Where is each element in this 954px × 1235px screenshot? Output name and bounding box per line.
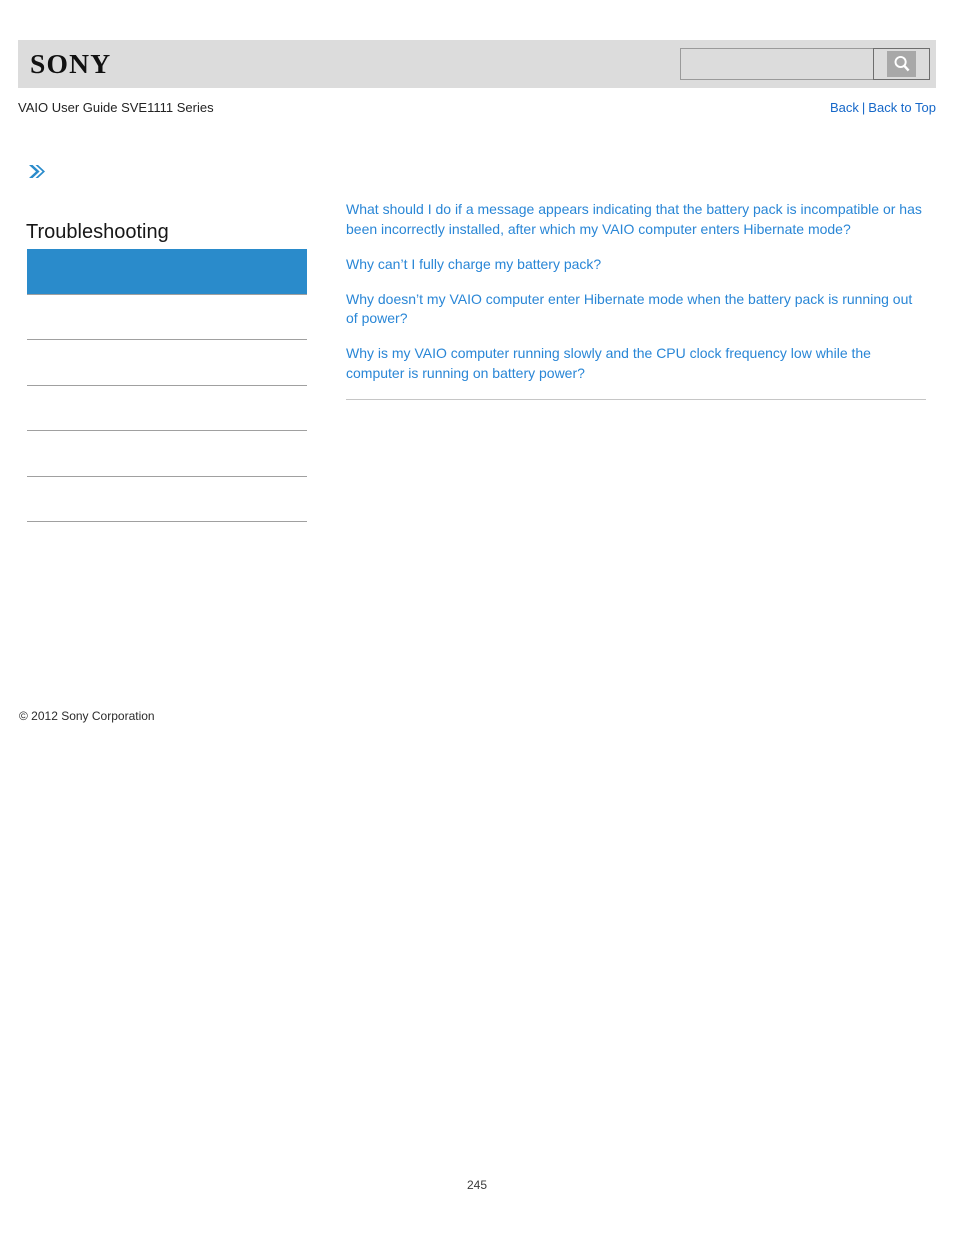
content-divider xyxy=(346,398,926,400)
sidebar-item-selected[interactable] xyxy=(27,249,307,295)
sidebar-item-3[interactable] xyxy=(27,386,307,431)
page-title: Troubleshooting xyxy=(26,221,169,243)
sidebar-item-2[interactable] xyxy=(27,340,307,386)
search-icon xyxy=(887,51,916,77)
header-bar: SONY xyxy=(18,40,936,88)
sony-logo: SONY xyxy=(30,48,112,79)
search-area xyxy=(680,48,930,80)
sidebar-item-5[interactable] xyxy=(27,477,307,522)
main-content: What should I do if a message appears in… xyxy=(346,200,926,400)
sidebar-nav-list xyxy=(27,249,307,522)
page-number: 245 xyxy=(466,1178,488,1192)
faq-link-3[interactable]: Why doesn’t my VAIO computer enter Hiber… xyxy=(346,290,926,329)
copyright-text: © 2012 Sony Corporation xyxy=(19,709,155,723)
sidebar-item-1[interactable] xyxy=(27,295,307,340)
header-nav-links: Back | Back to Top xyxy=(830,100,936,115)
search-button[interactable] xyxy=(873,48,930,80)
back-link[interactable]: Back xyxy=(830,100,859,115)
double-chevron-right-icon xyxy=(26,162,48,182)
faq-link-1[interactable]: What should I do if a message appears in… xyxy=(346,200,926,239)
faq-link-4[interactable]: Why is my VAIO computer running slowly a… xyxy=(346,344,926,383)
back-to-top-link[interactable]: Back to Top xyxy=(868,100,936,115)
sidebar-item-4[interactable] xyxy=(27,431,307,477)
nav-separator: | xyxy=(861,100,866,115)
search-input[interactable] xyxy=(680,48,873,80)
faq-link-2[interactable]: Why can’t I fully charge my battery pack… xyxy=(346,255,926,275)
guide-title: VAIO User Guide SVE1111 Series xyxy=(18,100,214,115)
subheader: VAIO User Guide SVE1111 Series Back | Back… xyxy=(18,100,936,120)
